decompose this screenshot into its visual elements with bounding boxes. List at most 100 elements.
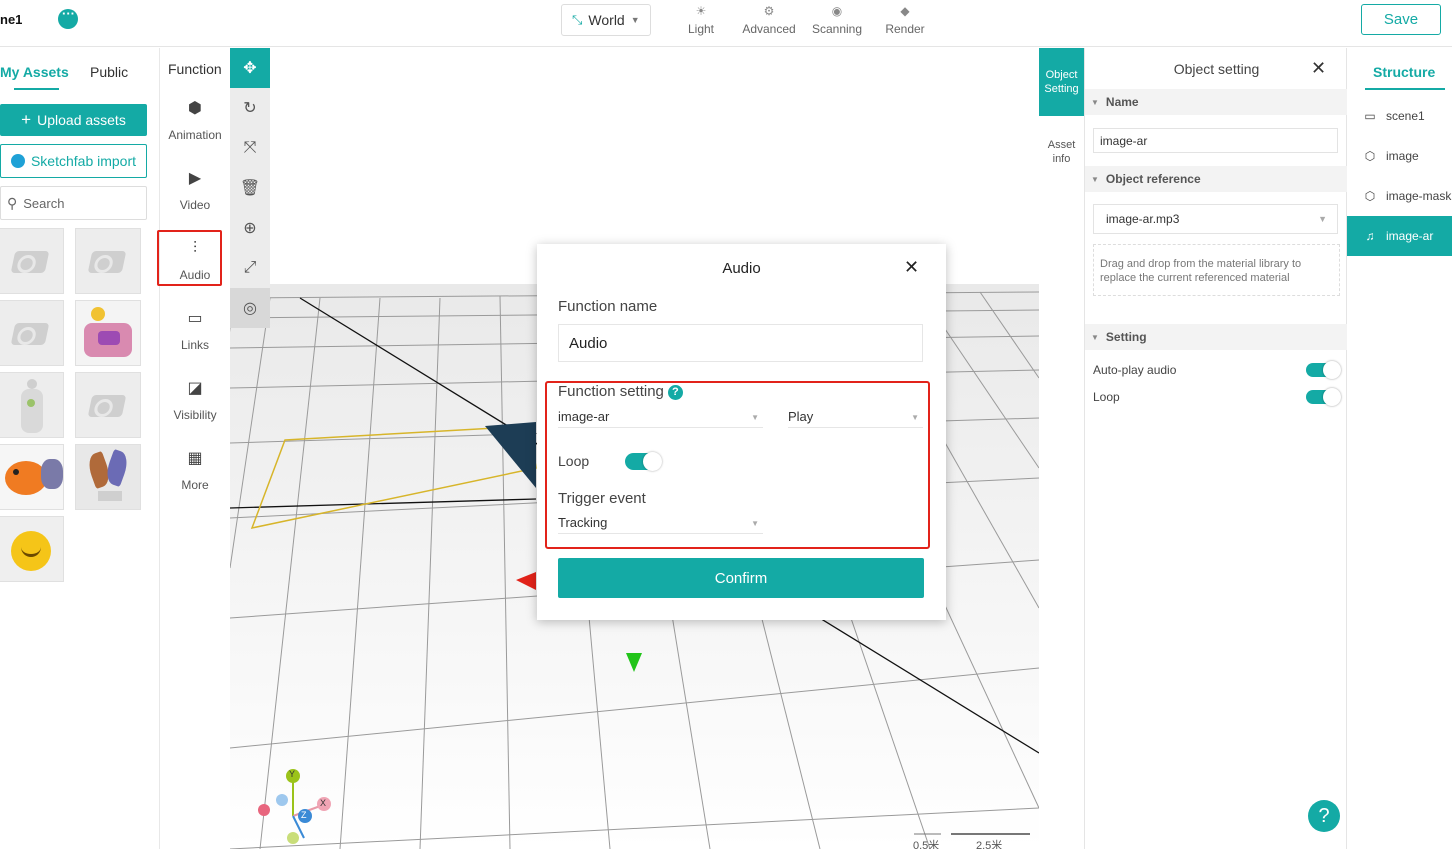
tool-render-label: Render: [885, 22, 925, 36]
function-visibility-label: Visibility: [173, 408, 217, 422]
object-setting-panel: Object setting ✕ ▼ Name image-ar ▼ Objec…: [1084, 48, 1348, 849]
name-field[interactable]: image-ar: [1093, 128, 1338, 153]
scale-tool[interactable]: ⤧: [230, 128, 270, 168]
asset-thumb[interactable]: [75, 372, 141, 438]
close-icon[interactable]: ✕: [1311, 58, 1326, 79]
scale-label-small: 0.5米: [913, 840, 940, 849]
world-dropdown[interactable]: ⤡ World ▼: [561, 4, 651, 36]
focus-tool[interactable]: ⊕: [230, 208, 270, 248]
top-bar: ne1 ⤡ World ▼ ☀ Light ⚙ Advanced ◉ Scann…: [0, 0, 1452, 47]
reference-value: image-ar.mp3: [1106, 212, 1180, 226]
structure-item-image[interactable]: ⬡ image: [1347, 136, 1452, 176]
chat-icon[interactable]: [58, 6, 78, 29]
chevron-down-icon: ▼: [630, 15, 640, 25]
tool-scanning[interactable]: ◉ Scanning: [802, 4, 872, 36]
section-setting[interactable]: ▼ Setting: [1085, 324, 1348, 350]
reference-drop-zone[interactable]: Drag and drop from the material library …: [1093, 244, 1340, 296]
asset-thumb-figure[interactable]: [0, 372, 64, 438]
audio-highlight-box: [157, 230, 222, 286]
close-icon[interactable]: ✕: [904, 257, 919, 278]
confirm-button[interactable]: Confirm: [558, 558, 924, 598]
search-input[interactable]: ⚲ Search: [0, 186, 147, 220]
fit-tool[interactable]: ⤢: [230, 248, 270, 288]
tool-render[interactable]: ◆ Render: [870, 4, 940, 36]
asset-thumb-butterfly[interactable]: [75, 444, 141, 510]
asset-thumb-stickers[interactable]: [75, 300, 141, 366]
sketchfab-label: Sketchfab import: [30, 153, 137, 169]
tab-object-setting[interactable]: Object Setting: [1039, 48, 1084, 116]
chevron-down-icon: ▼: [751, 519, 759, 528]
structure-panel: Structure ▭ scene1 ⬡ image ⬡ image-mask …: [1347, 48, 1452, 849]
move-tool[interactable]: ✥: [230, 48, 270, 88]
sun-icon: ☀: [695, 4, 707, 18]
asset-thumb-emoji[interactable]: [0, 516, 64, 582]
delete-tool[interactable]: 🗑: [230, 168, 270, 208]
structure-item-scene1[interactable]: ▭ scene1: [1347, 96, 1452, 136]
ar-scan-icon: ◉: [831, 4, 843, 18]
search-icon: ⚲: [7, 194, 18, 211]
target-value: image-ar: [558, 409, 610, 424]
action-value: Play: [788, 409, 814, 424]
structure-item-label: image: [1386, 149, 1419, 163]
gear-icon: ⚙: [763, 4, 775, 18]
section-name[interactable]: ▼ Name: [1085, 89, 1348, 115]
function-links[interactable]: ▭ Links: [160, 310, 230, 352]
tab-asset-info[interactable]: Asset info: [1039, 138, 1084, 166]
caret-down-icon: ▼: [1091, 332, 1099, 342]
function-more[interactable]: ▦ More: [160, 450, 230, 492]
asset-thumb[interactable]: [75, 228, 141, 294]
rotate-tool[interactable]: ↻: [230, 88, 270, 128]
search-placeholder: Search: [23, 195, 65, 211]
fit-icon: ⤢: [243, 259, 257, 276]
link-screen-icon: ▭: [187, 310, 203, 327]
upload-assets-button[interactable]: + Upload assets: [0, 104, 147, 136]
view-tool[interactable]: ◎: [230, 288, 270, 328]
function-visibility[interactable]: ◪ Visibility: [160, 380, 230, 422]
plus-icon: +: [21, 110, 32, 129]
loop-toggle[interactable]: [625, 452, 662, 471]
caret-down-icon: ▼: [1091, 174, 1099, 184]
world-label: World: [588, 12, 625, 28]
section-name-label: Name: [1105, 95, 1139, 109]
section-setting-label: Setting: [1105, 330, 1147, 344]
function-links-label: Links: [180, 338, 209, 352]
target-select[interactable]: image-ar ▼: [558, 406, 763, 428]
action-select[interactable]: Play ▼: [788, 406, 923, 428]
tab-my-assets[interactable]: My Assets: [0, 64, 69, 80]
autoplay-toggle[interactable]: [1306, 361, 1341, 379]
asset-thumb[interactable]: [0, 228, 64, 294]
sketchfab-icon: [10, 154, 25, 168]
structure-item-image-ar[interactable]: ♫ image-ar: [1347, 216, 1452, 256]
music-note-icon: ♫: [1365, 229, 1375, 243]
sketchfab-import-button[interactable]: Sketchfab import: [0, 144, 147, 178]
trigger-select[interactable]: Tracking ▼: [558, 512, 763, 534]
asset-thumb-goldfish[interactable]: [0, 444, 64, 510]
tool-advanced[interactable]: ⚙ Advanced: [734, 4, 804, 36]
function-setting-label: Function setting: [558, 383, 664, 400]
section-object-reference[interactable]: ▼ Object reference: [1085, 166, 1348, 192]
paint-bucket-icon: ◆: [900, 4, 910, 18]
structure-title[interactable]: Structure: [1373, 64, 1435, 80]
help-icon[interactable]: ?: [667, 384, 683, 400]
function-animation[interactable]: ⬢ Animation: [160, 100, 230, 142]
help-button[interactable]: ?: [1308, 800, 1340, 832]
tool-light[interactable]: ☀ Light: [666, 4, 736, 36]
axis-label-y: Y: [289, 769, 296, 779]
structure-item-label: image-ar: [1386, 229, 1434, 243]
caret-down-icon: ▼: [1091, 97, 1099, 107]
function-name-input[interactable]: Audio: [558, 324, 923, 362]
asset-thumb[interactable]: [0, 300, 64, 366]
loop-toggle[interactable]: [1306, 388, 1341, 406]
dialog-title: Audio: [722, 260, 761, 277]
tool-scanning-label: Scanning: [811, 22, 863, 36]
upload-assets-label: Upload assets: [37, 112, 126, 128]
reference-select[interactable]: image-ar.mp3 ▼: [1093, 204, 1338, 234]
function-video[interactable]: ▶ Video: [160, 170, 230, 212]
tab-public[interactable]: Public: [90, 64, 128, 80]
audio-dialog: Audio ✕ Function name Audio Function set…: [537, 244, 946, 620]
loop-label: Loop: [1093, 390, 1120, 404]
structure-item-image-mask[interactable]: ⬡ image-mask: [1347, 176, 1452, 216]
save-button[interactable]: Save: [1361, 4, 1441, 35]
object-setting-title: Object setting: [1173, 61, 1260, 77]
trigger-value: Tracking: [558, 515, 608, 530]
